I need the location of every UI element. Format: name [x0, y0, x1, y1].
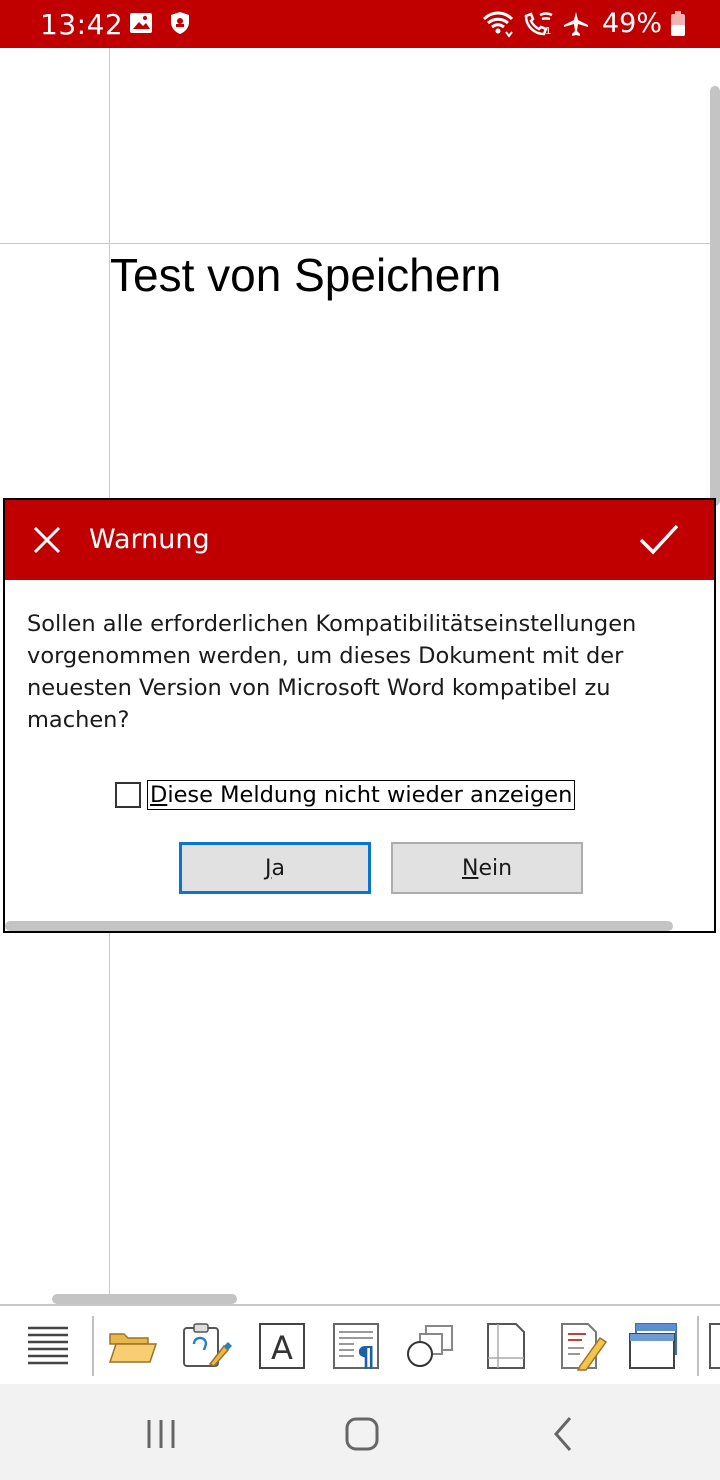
svg-text:A: A — [271, 1329, 293, 1367]
horizontal-scrollbar[interactable] — [52, 1294, 237, 1304]
home-icon[interactable] — [342, 1414, 382, 1454]
yes-label: a — [271, 855, 285, 881]
dialog-message: Sollen alle erforderlichen Kompatibilitä… — [27, 611, 637, 733]
svg-text:¶: ¶ — [357, 1340, 375, 1372]
edit-document-icon[interactable] — [556, 1320, 608, 1372]
navigation-bar — [0, 1384, 720, 1480]
margin-line-horizontal — [0, 243, 710, 244]
text-box-icon[interactable]: A — [256, 1320, 308, 1372]
wifi-icon — [482, 11, 514, 38]
label-accelerator: D — [150, 782, 168, 808]
svg-text:1: 1 — [545, 26, 551, 37]
paste-format-icon[interactable] — [180, 1320, 232, 1372]
no-button[interactable]: Nein — [391, 842, 583, 894]
toolbar-separator — [92, 1316, 94, 1376]
label-text: iese Meldung nicht wieder anzeigen — [167, 782, 573, 808]
status-time: 13:42 — [40, 8, 124, 41]
wifi-call-icon: 1 — [524, 11, 553, 37]
dont-show-again-checkbox[interactable] — [115, 782, 141, 808]
page-icon[interactable] — [480, 1320, 532, 1372]
battery-icon — [671, 10, 685, 36]
warning-dialog: Warnung Sollen alle erforderlichen Kompa… — [3, 498, 716, 933]
document-text[interactable]: Test von Speichern — [110, 248, 501, 302]
bottom-toolbar: A ¶ — [0, 1304, 720, 1384]
airplane-icon — [563, 11, 588, 36]
open-folder-icon[interactable] — [106, 1320, 158, 1372]
shapes-icon[interactable] — [404, 1320, 456, 1372]
no-accelerator: N — [461, 855, 479, 881]
battery-percent: 49% — [601, 8, 662, 39]
back-icon[interactable] — [544, 1414, 584, 1454]
close-icon[interactable] — [29, 522, 65, 558]
dont-show-again-label[interactable]: Diese Meldung nicht wieder anzeigen — [147, 780, 576, 810]
toolbar-separator — [697, 1316, 699, 1376]
more-icon[interactable] — [708, 1320, 720, 1372]
menu-icon[interactable] — [22, 1320, 74, 1372]
dialog-header: Warnung — [5, 500, 714, 580]
dialog-title: Warnung — [89, 524, 210, 555]
yes-button[interactable]: Ja — [179, 842, 371, 894]
checkmark-icon[interactable] — [638, 522, 680, 558]
no-label: ein — [478, 855, 513, 881]
window-icon[interactable] — [628, 1320, 680, 1372]
vertical-scrollbar[interactable] — [710, 86, 720, 506]
dialog-horizontal-scrollbar[interactable] — [5, 921, 673, 931]
dont-show-again-row[interactable]: Diese Meldung nicht wieder anzeigen — [115, 780, 576, 810]
gallery-icon — [130, 13, 152, 33]
recent-apps-icon[interactable] — [141, 1414, 181, 1454]
paragraph-icon[interactable]: ¶ — [330, 1320, 382, 1372]
status-bar: 13:42 1 49% — [0, 0, 720, 48]
shield-icon — [171, 12, 189, 34]
